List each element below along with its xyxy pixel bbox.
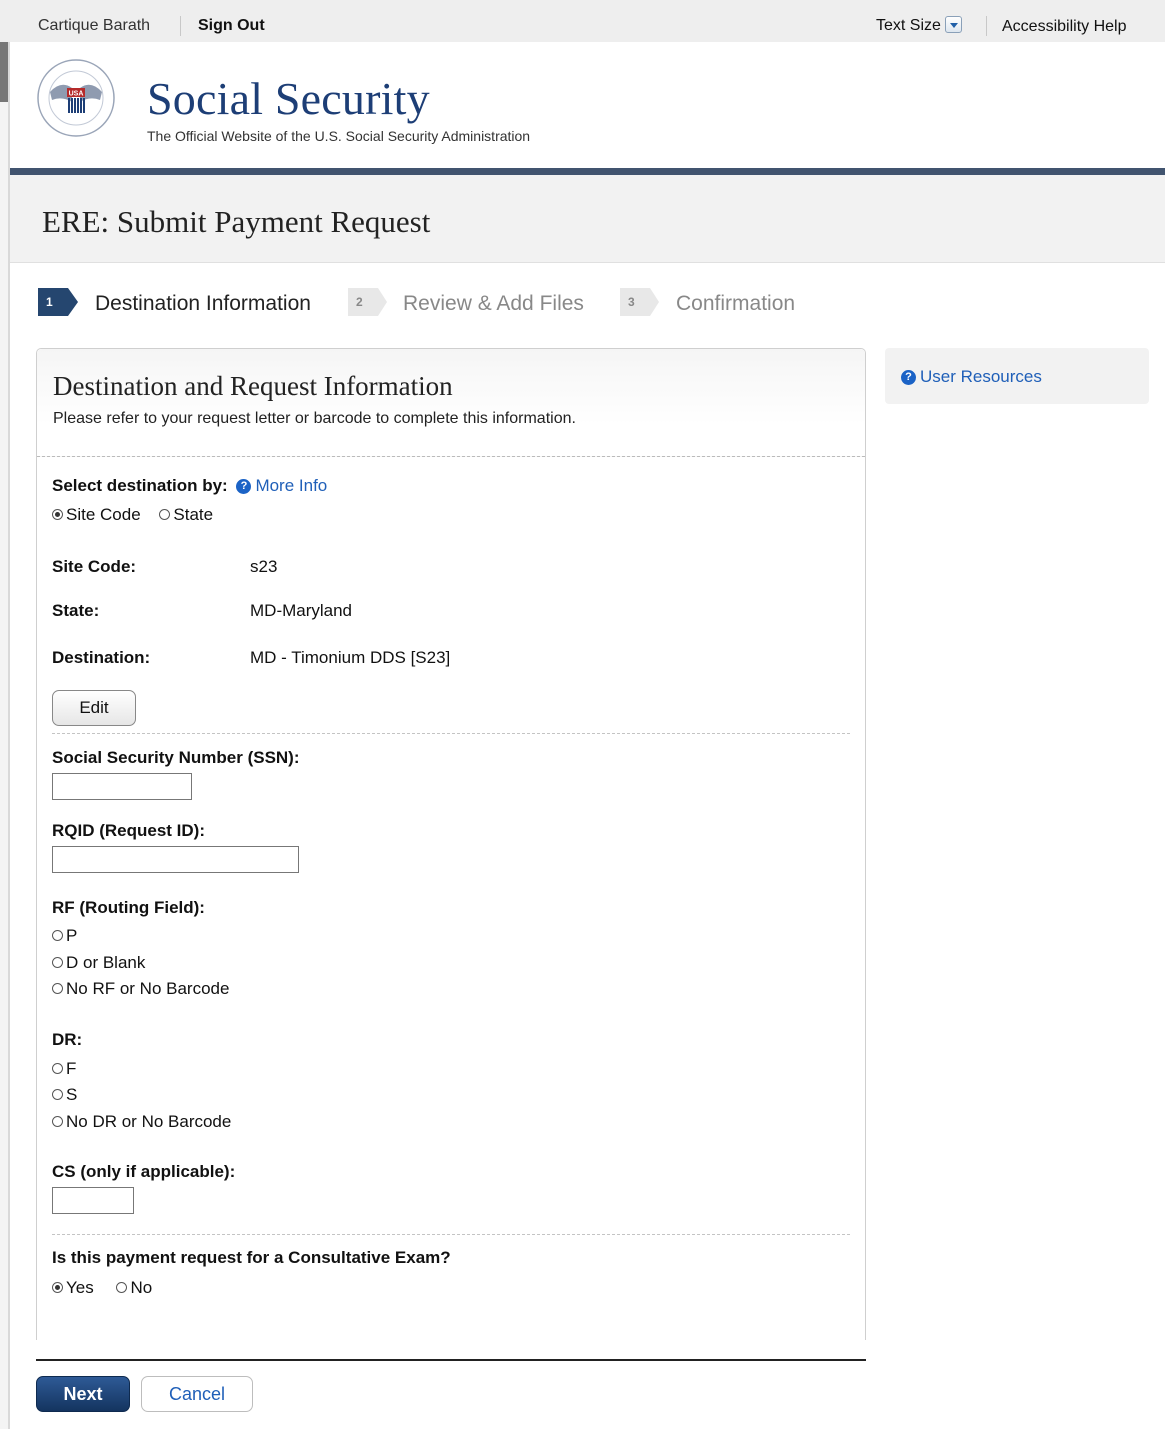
dr-label: DR: (52, 1030, 83, 1049)
brand-subtitle: The Official Website of the U.S. Social … (147, 128, 531, 144)
user-resources-box: ? User Resources (885, 348, 1149, 404)
dr-option-label: S (66, 1085, 78, 1104)
rf-option-label: P (66, 926, 78, 945)
radio-button[interactable] (52, 1089, 63, 1100)
panel-subtitle: Please refer to your request letter or b… (53, 410, 576, 427)
radio-no-label: No (130, 1278, 153, 1297)
dropdown-arrow-icon[interactable] (944, 16, 962, 33)
site-header: USA Social Security The Official Website… (10, 42, 1165, 168)
next-button[interactable]: Next (36, 1376, 130, 1412)
rf-option-label: D or Blank (66, 953, 146, 972)
consultative-exam-question: Is this payment request for a Consultati… (52, 1248, 451, 1267)
destination-label: Destination: (52, 648, 151, 667)
ssn-input[interactable] (52, 773, 192, 800)
page-title: ERE: Submit Payment Request (42, 204, 431, 239)
step-3-badge: 3 (620, 288, 659, 316)
dr-option-label: F (66, 1059, 77, 1078)
rf-option-p[interactable]: P (52, 926, 77, 946)
radio-state[interactable]: State (159, 505, 213, 524)
dr-option-label: No DR or No Barcode (66, 1112, 232, 1131)
radio-yes-label: Yes (66, 1278, 94, 1297)
user-resources-text: User Resources (920, 367, 1042, 386)
more-info-text: More Info (255, 476, 328, 495)
rqid-input[interactable] (52, 846, 299, 873)
text-size-label: Text Size (876, 17, 941, 34)
step-2-label: Review & Add Files (403, 292, 584, 315)
select-destination-label: Select destination by: (52, 476, 228, 495)
utility-bar: Cartique Barath Sign Out Text Size Acces… (0, 0, 1165, 46)
cs-label: CS (only if applicable): (52, 1162, 236, 1181)
brand-title[interactable]: Social Security (147, 72, 430, 125)
sign-out-link[interactable]: Sign Out (198, 17, 265, 35)
panel-title: Destination and Request Information (53, 371, 453, 401)
radio-site-code[interactable]: Site Code (52, 505, 141, 524)
rf-option-d-or-blank[interactable]: D or Blank (52, 953, 145, 973)
dr-option-s[interactable]: S (52, 1085, 77, 1105)
rf-option-no-rf[interactable]: No RF or No Barcode (52, 979, 229, 999)
actions-divider (36, 1359, 866, 1361)
divider (986, 16, 987, 36)
cs-input[interactable] (52, 1187, 134, 1214)
text-size-menu[interactable]: Text Size (876, 16, 962, 35)
radio-state-label: State (173, 505, 214, 524)
cancel-button[interactable]: Cancel (141, 1376, 253, 1412)
radio-button[interactable] (116, 1282, 128, 1293)
ssa-seal-icon: USA (37, 59, 115, 137)
radio-no[interactable]: No (116, 1278, 152, 1297)
destination-mode-radios: Site Code State (52, 505, 213, 525)
section-divider (52, 1234, 850, 1235)
consultative-exam-radios: Yes No (52, 1278, 152, 1298)
user-name: Cartique Barath (38, 17, 151, 34)
panel-header: Destination and Request Information Plea… (37, 349, 865, 457)
help-icon: ? (901, 370, 916, 385)
radio-button-checked[interactable] (52, 509, 63, 520)
accessibility-help-link[interactable]: Accessibility Help (1002, 18, 1126, 36)
rqid-label: RQID (Request ID): (52, 821, 205, 840)
site-code-label: Site Code: (52, 557, 137, 576)
edit-button[interactable]: Edit (52, 690, 136, 726)
rf-option-label: No RF or No Barcode (66, 979, 230, 998)
radio-button[interactable] (52, 957, 63, 968)
user-resources-link[interactable]: ? User Resources (901, 367, 1042, 387)
rf-label: RF (Routing Field): (52, 898, 205, 917)
radio-button[interactable] (159, 509, 171, 520)
step-1-badge: 1 (38, 288, 78, 316)
header-rule (10, 168, 1165, 175)
radio-yes[interactable]: Yes (52, 1278, 94, 1297)
step-1-label: Destination Information (95, 292, 311, 315)
page-title-bar: ERE: Submit Payment Request (10, 175, 1165, 263)
ssn-label: Social Security Number (SSN): (52, 748, 300, 767)
radio-button[interactable] (52, 1116, 63, 1127)
help-icon: ? (236, 479, 252, 494)
select-destination-row: Select destination by: ? More Info (52, 476, 327, 496)
divider (180, 16, 181, 36)
destination-panel: Destination and Request Information Plea… (36, 348, 866, 1340)
radio-site-code-label: Site Code (66, 505, 141, 524)
section-divider (52, 733, 850, 734)
dr-option-f[interactable]: F (52, 1059, 76, 1079)
state-label: State: (52, 601, 100, 620)
state-value: MD-Maryland (250, 601, 353, 620)
destination-value: MD - Timonium DDS [S23] (250, 648, 451, 667)
step-2-badge: 2 (348, 288, 387, 316)
step-3-label: Confirmation (676, 292, 796, 315)
radio-button-checked[interactable] (52, 1282, 63, 1293)
radio-button[interactable] (52, 1063, 63, 1074)
more-info-link[interactable]: ? More Info (236, 476, 327, 495)
site-code-value: s23 (250, 557, 278, 576)
dr-option-no-dr[interactable]: No DR or No Barcode (52, 1112, 231, 1132)
radio-button[interactable] (52, 983, 63, 994)
radio-button[interactable] (52, 930, 63, 941)
seal-center-text: USA (69, 91, 84, 98)
